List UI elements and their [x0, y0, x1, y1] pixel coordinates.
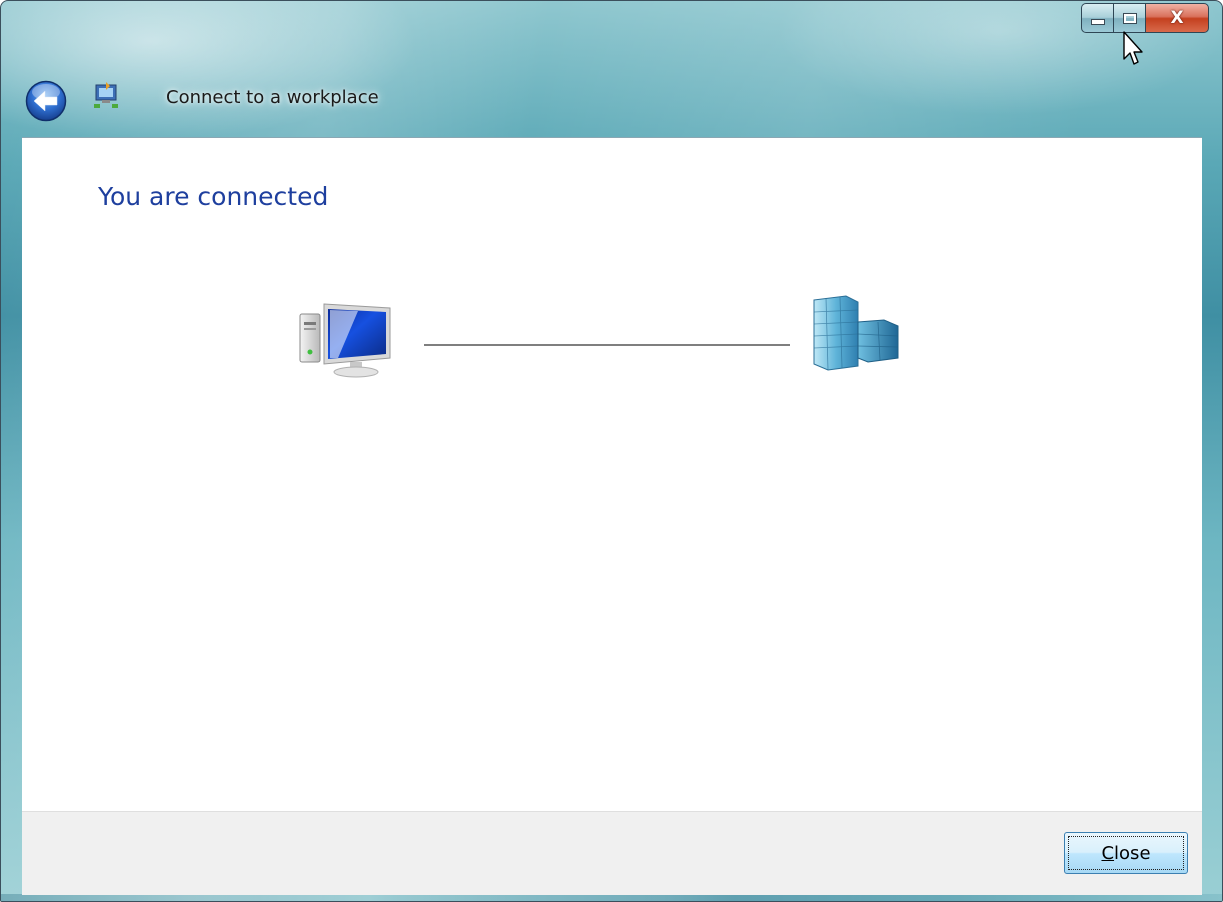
maximize-button[interactable]	[1113, 3, 1145, 33]
network-connection-icon	[92, 80, 122, 110]
back-button[interactable]	[25, 80, 67, 122]
mouse-pointer-icon	[1123, 31, 1147, 71]
back-arrow-icon	[25, 80, 67, 122]
minimize-icon	[1090, 19, 1105, 25]
close-icon: X	[1170, 7, 1184, 28]
connection-line	[424, 344, 790, 346]
window-close-button[interactable]: X	[1145, 3, 1209, 33]
computer-icon	[298, 298, 398, 378]
close-button[interactable]: Close	[1064, 832, 1188, 874]
maximize-icon	[1122, 12, 1137, 24]
workplace-building-icon	[808, 292, 908, 372]
page-heading: You are connected	[98, 182, 329, 211]
wizard-window: X Connect to a workplace You are connect…	[0, 0, 1223, 902]
close-button-label: lose	[1114, 842, 1151, 864]
minimize-button[interactable]	[1081, 3, 1113, 33]
caption-buttons: X	[1081, 3, 1209, 33]
footer-bar: Close	[22, 811, 1202, 895]
content-area: You are connected	[22, 137, 1202, 812]
wizard-title: Connect to a workplace	[166, 87, 379, 108]
window-frame-bottom	[1, 894, 1222, 901]
close-button-accelerator: C	[1101, 842, 1115, 864]
